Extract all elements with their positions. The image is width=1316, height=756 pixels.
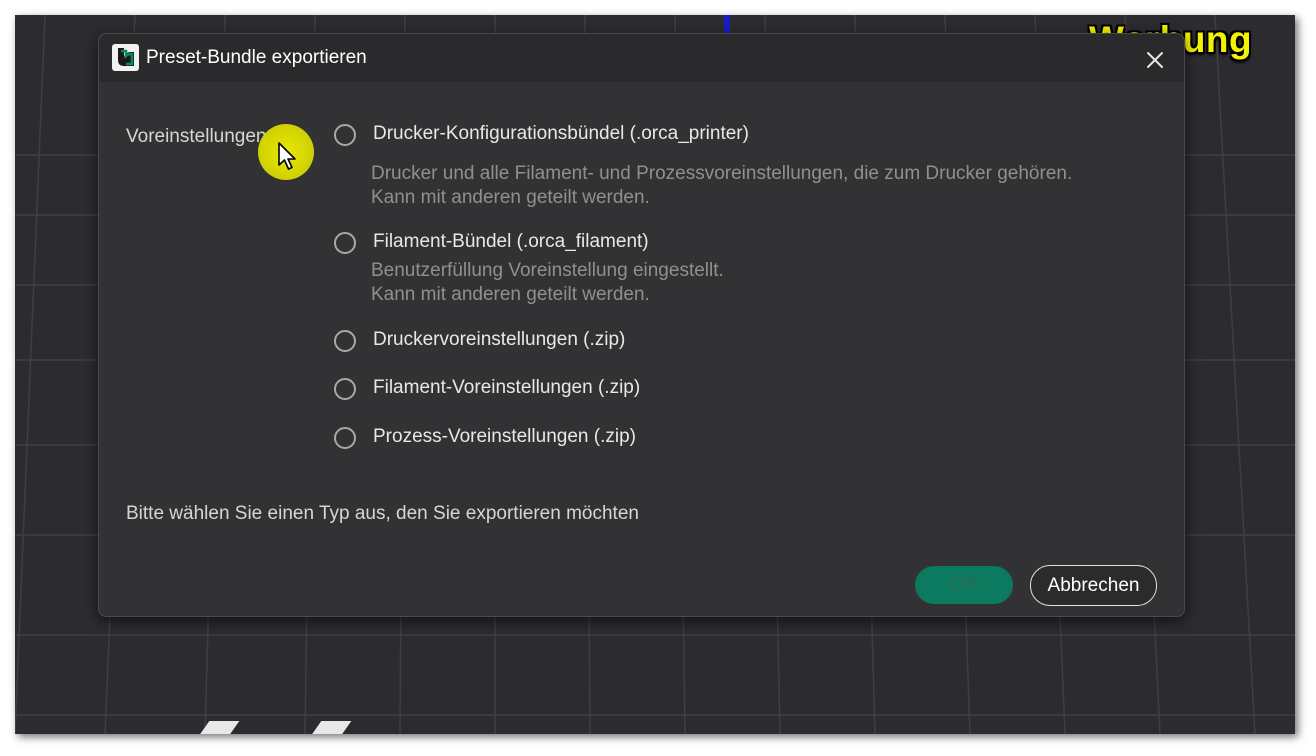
dialog-title: Preset-Bundle exportieren bbox=[146, 47, 367, 68]
mouse-cursor-icon bbox=[278, 142, 296, 170]
orca-slicer-logo-icon bbox=[112, 44, 139, 71]
radio-button[interactable] bbox=[334, 330, 356, 352]
radio-button[interactable] bbox=[334, 232, 356, 254]
ok-button[interactable]: OK bbox=[915, 566, 1013, 604]
option-label: Druckervoreinstellungen (.zip) bbox=[373, 329, 626, 350]
option-label: Drucker-Konfigurationsbündel (.orca_prin… bbox=[373, 123, 749, 144]
option-label: Filament-Bündel (.orca_filament) bbox=[373, 231, 649, 252]
hint-text: Bitte wählen Sie einen Typ aus, den Sie … bbox=[126, 503, 639, 524]
close-icon[interactable] bbox=[1143, 48, 1167, 72]
option-description: Benutzerfüllung Voreinstellung eingestel… bbox=[371, 260, 724, 281]
axis-marker bbox=[724, 15, 730, 33]
cancel-button[interactable]: Abbrechen bbox=[1030, 565, 1157, 606]
dialog-titlebar: Preset-Bundle exportieren bbox=[99, 34, 1184, 82]
section-label: Voreinstellungen bbox=[126, 126, 267, 147]
radio-button[interactable] bbox=[334, 378, 356, 400]
option-label: Filament-Voreinstellungen (.zip) bbox=[373, 377, 641, 398]
option-description: Drucker und alle Filament- und Prozessvo… bbox=[371, 163, 1073, 184]
radio-button[interactable] bbox=[334, 124, 356, 146]
export-preset-bundle-dialog: Preset-Bundle exportieren Voreinstellung… bbox=[98, 33, 1185, 617]
radio-button[interactable] bbox=[334, 427, 356, 449]
option-label: Prozess-Voreinstellungen (.zip) bbox=[373, 426, 636, 447]
option-description: Kann mit anderen geteilt werden. bbox=[371, 187, 650, 208]
option-description: Kann mit anderen geteilt werden. bbox=[371, 284, 650, 305]
